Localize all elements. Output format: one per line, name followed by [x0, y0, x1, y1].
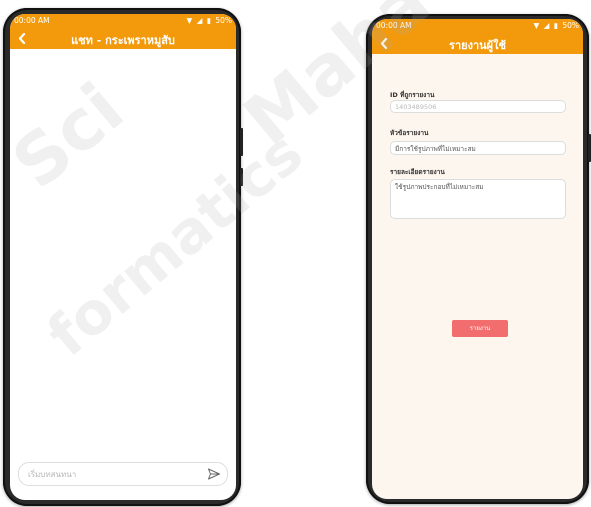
- status-time: 00:00 AM: [14, 16, 50, 25]
- status-time: 00:00 AM: [376, 21, 412, 30]
- report-details-field[interactable]: ใช้รูปภาพประกอบที่ไม่เหมาะสม: [390, 179, 566, 219]
- status-bar: 00:00 AM ▼ ◢ ▮ 50%: [372, 19, 583, 32]
- report-subject-label: หัวข้อรายงาน: [390, 129, 429, 137]
- status-icons: ▼ ◢ ▮ 50%: [531, 21, 579, 30]
- phone-side-button: [240, 168, 243, 186]
- page-title: รายงานผู้ใช้: [449, 39, 506, 52]
- left-phone-frame: 00:00 AM ▼ ◢ ▮ 50% แชท - กระเพราหมูสับ เ…: [3, 8, 243, 506]
- right-screen: 00:00 AM ▼ ◢ ▮ 50% รายงานผู้ใช้ ID ที่ถู…: [372, 19, 583, 499]
- right-phone-frame: 00:00 AM ▼ ◢ ▮ 50% รายงานผู้ใช้ ID ที่ถู…: [366, 14, 591, 504]
- phone-side-button: [240, 128, 243, 156]
- chat-input-placeholder: เริ่มบทสนทนา: [28, 470, 77, 479]
- reported-id-field[interactable]: 1403489506: [390, 100, 566, 113]
- app-bar: รายงานผู้ใช้: [372, 32, 583, 54]
- status-bar: 00:00 AM ▼ ◢ ▮ 50%: [10, 14, 236, 27]
- battery-level: 50%: [215, 16, 232, 25]
- reported-id-label: ID ที่ถูกรายงาน: [390, 91, 435, 99]
- report-button[interactable]: รายงาน: [452, 320, 508, 337]
- signal-icon: ◢: [196, 16, 203, 25]
- left-screen: 00:00 AM ▼ ◢ ▮ 50% แชท - กระเพราหมูสับ เ…: [10, 14, 236, 500]
- report-subject-field[interactable]: มีการใช้รูปภาพที่ไม่เหมาะสม: [390, 141, 566, 155]
- send-icon[interactable]: [207, 467, 221, 481]
- status-icons: ▼ ◢ ▮ 50%: [184, 16, 232, 25]
- signal-icon: ◢: [543, 21, 550, 30]
- wifi-icon: ▼: [186, 16, 193, 25]
- app-bar: แชท - กระเพราหมูสับ: [10, 27, 236, 49]
- chevron-left-icon: [18, 32, 26, 44]
- battery-level: 50%: [562, 21, 579, 30]
- back-button[interactable]: [14, 29, 30, 47]
- battery-icon: ▮: [206, 16, 211, 25]
- page-title: แชท - กระเพราหมูสับ: [71, 34, 175, 47]
- chevron-left-icon: [380, 37, 388, 49]
- chat-input[interactable]: เริ่มบทสนทนา: [18, 462, 228, 486]
- report-details-label: รายละเอียดรายงาน: [390, 168, 445, 176]
- battery-icon: ▮: [553, 21, 558, 30]
- back-button[interactable]: [376, 34, 392, 52]
- chat-messages-area: [10, 49, 236, 460]
- wifi-icon: ▼: [533, 21, 540, 30]
